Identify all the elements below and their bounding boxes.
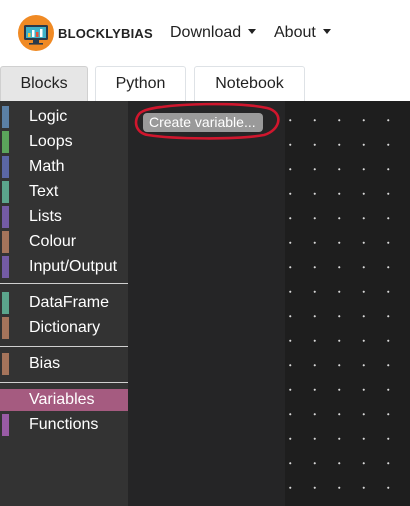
category-bias[interactable]: Bias — [0, 353, 128, 375]
category-color-bar — [2, 292, 9, 314]
category-dataframe[interactable]: DataFrame — [0, 292, 128, 314]
flyout: Create variable... — [128, 101, 285, 506]
category-lists[interactable]: Lists — [0, 206, 128, 228]
toolbox-separator — [0, 283, 128, 284]
tab-notebook[interactable]: Notebook — [194, 66, 305, 101]
brand-name[interactable]: BLOCKLYBIAS — [58, 26, 153, 41]
tab-blocks[interactable]: Blocks — [0, 66, 88, 101]
category-label: DataFrame — [29, 294, 110, 311]
about-label: About — [274, 24, 316, 41]
category-logic[interactable]: Logic — [0, 106, 128, 128]
create-variable-button[interactable]: Create variable... — [143, 113, 263, 132]
category-text[interactable]: Text — [0, 181, 128, 203]
category-color-bar — [2, 106, 9, 128]
category-color-bar — [2, 231, 9, 253]
category-dictionary[interactable]: Dictionary — [0, 317, 128, 339]
caret-down-icon — [322, 29, 331, 34]
category-color-bar — [2, 389, 9, 411]
category-label: Dictionary — [29, 319, 101, 336]
navbar: BLOCKLYBIAS Download About — [0, 0, 410, 66]
category-colour[interactable]: Colour — [0, 231, 128, 253]
category-math[interactable]: Math — [0, 156, 128, 178]
category-color-bar — [2, 353, 9, 375]
category-color-bar — [2, 131, 9, 153]
about-menu[interactable]: About — [274, 24, 331, 42]
toolbox-separator — [0, 382, 128, 383]
category-loops[interactable]: Loops — [0, 131, 128, 153]
toolbox: Logic Loops Math Text Lists Colour Input… — [0, 101, 128, 506]
category-color-bar — [2, 206, 9, 228]
category-color-bar — [2, 181, 9, 203]
caret-down-icon — [248, 29, 257, 34]
category-input-output[interactable]: Input/Output — [0, 256, 128, 278]
tab-bar: Blocks Python Notebook — [0, 66, 410, 101]
workspace-canvas[interactable] — [285, 101, 410, 506]
download-label: Download — [170, 24, 242, 41]
logo-icon[interactable] — [18, 15, 54, 51]
category-label: Logic — [29, 108, 68, 125]
category-label: Math — [29, 158, 65, 175]
category-label: Bias — [29, 355, 61, 372]
category-color-bar — [2, 317, 9, 339]
category-label: Lists — [29, 208, 62, 225]
category-variables[interactable]: Variables — [0, 389, 128, 411]
category-color-bar — [2, 156, 9, 178]
category-label: Loops — [29, 133, 73, 150]
category-color-bar — [2, 256, 9, 278]
category-label: Input/Output — [29, 258, 118, 275]
tab-python[interactable]: Python — [95, 66, 186, 101]
category-color-bar — [2, 414, 9, 436]
category-label: Text — [29, 183, 59, 200]
blockly-workspace: Logic Loops Math Text Lists Colour Input… — [0, 101, 410, 506]
category-label: Colour — [29, 233, 77, 250]
category-functions[interactable]: Functions — [0, 414, 128, 436]
category-label: Functions — [29, 416, 99, 433]
download-menu[interactable]: Download — [170, 24, 257, 42]
toolbox-separator — [0, 346, 128, 347]
category-label: Variables — [29, 391, 95, 408]
